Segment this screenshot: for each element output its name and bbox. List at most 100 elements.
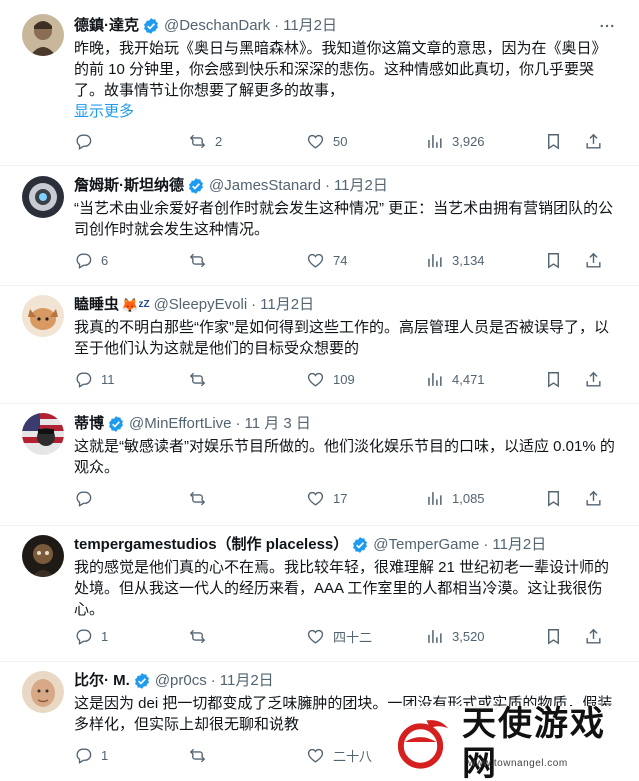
reply-count: 1 xyxy=(101,748,109,763)
like-button[interactable]: 17 xyxy=(306,489,347,508)
avatar[interactable] xyxy=(22,671,64,713)
more-options-icon[interactable] xyxy=(597,16,617,36)
retweet-icon xyxy=(189,253,206,268)
retweet-button[interactable] xyxy=(188,489,215,508)
tweet-2[interactable]: 詹姆斯·斯坦纳德 @JamesStanard · 11月2日 “当艺术由业余爱好… xyxy=(0,166,639,286)
like-button[interactable]: 二十八 xyxy=(306,746,372,765)
author-handle[interactable]: @SleepyEvoli xyxy=(154,295,248,315)
reply-button[interactable]: 11 xyxy=(74,370,115,389)
bookmark-button[interactable] xyxy=(544,627,571,646)
views-count: 4,471 xyxy=(452,372,485,387)
avatar[interactable] xyxy=(22,14,64,56)
author-name[interactable]: 蒂博 xyxy=(74,414,104,434)
avatar[interactable] xyxy=(22,413,64,455)
reply-button[interactable]: 1 xyxy=(74,627,108,646)
views-chart-icon xyxy=(428,630,442,643)
author-handle[interactable]: @pr0cs xyxy=(155,671,207,691)
tweet-date[interactable]: 11 月 3 日 xyxy=(245,414,311,434)
share-icon xyxy=(586,628,601,644)
author-name[interactable]: tempergamestudios（制作 placeless） xyxy=(74,535,348,555)
share-button[interactable] xyxy=(584,489,603,513)
author-handle[interactable]: @TemperGame xyxy=(373,535,479,555)
share-button[interactable] xyxy=(584,627,603,651)
reply-button[interactable] xyxy=(74,489,101,508)
retweet-icon xyxy=(189,134,206,149)
author-handle[interactable]: @MinEffortLive xyxy=(129,414,232,434)
bookmark-button[interactable] xyxy=(544,370,571,389)
author-name[interactable]: 瞌睡虫 xyxy=(74,295,119,315)
avatar[interactable] xyxy=(22,176,64,218)
verified-badge-icon xyxy=(107,415,125,433)
bookmark-button[interactable] xyxy=(544,251,571,270)
retweet-count: 2 xyxy=(215,134,223,149)
retweet-button[interactable] xyxy=(188,746,215,765)
views-chart-icon xyxy=(428,373,442,386)
tweet-date[interactable]: 11月2日 xyxy=(220,671,274,691)
views-button[interactable]: 3,134 xyxy=(425,251,485,270)
like-button[interactable]: 74 xyxy=(306,251,347,270)
views-count: 3,134 xyxy=(452,253,485,268)
like-button[interactable]: 50 xyxy=(306,132,347,151)
share-button[interactable] xyxy=(584,251,603,275)
author-name[interactable]: 德鎮·達克 xyxy=(74,16,139,36)
avatar[interactable] xyxy=(22,295,64,337)
retweet-button[interactable] xyxy=(188,627,215,646)
heart-icon xyxy=(307,134,324,149)
separator-dot: · xyxy=(274,17,280,34)
author-handle[interactable]: @DeschanDark xyxy=(164,16,270,36)
tweet-text: “当艺术由业余爱好者创作时就会发生这种情况” 更正：当艺术由拥有营销团队的公司创… xyxy=(74,198,619,240)
show-more-link[interactable]: 显示更多 xyxy=(74,101,619,122)
separator-dot: · xyxy=(210,672,216,689)
views-button[interactable]: 3,520 xyxy=(425,627,485,646)
tweet-date[interactable]: 11月2日 xyxy=(283,16,337,36)
tweet-1[interactable]: 德鎮·達克 @DeschanDark · 11月2日 昨晚，我开始玩《奥日与黑暗… xyxy=(0,0,639,166)
like-count: 17 xyxy=(333,491,348,506)
tweet-date[interactable]: 11月2日 xyxy=(334,176,388,196)
share-button[interactable] xyxy=(584,370,603,394)
tweet-4[interactable]: 蒂博 @MinEffortLive · 11 月 3 日 这就是“敏感读者”对娱… xyxy=(0,404,639,526)
author-handle[interactable]: @JamesStanard xyxy=(209,176,321,196)
separator-dot: · xyxy=(324,177,330,194)
like-button[interactable]: 109 xyxy=(306,370,355,389)
watermark-url: www.townangel.com xyxy=(468,758,568,769)
verified-badge-icon xyxy=(187,177,205,195)
retweet-button[interactable] xyxy=(188,370,215,389)
tweet-5[interactable]: tempergamestudios（制作 placeless） @TemperG… xyxy=(0,526,639,662)
tweet-body: 昨晚，我开始玩《奥日与黑暗森林》。我知道你这篇文章的意思，因为在《奥日》的前 1… xyxy=(74,40,607,99)
views-button[interactable]: 4,471 xyxy=(425,370,485,389)
heart-icon xyxy=(307,748,324,763)
bookmark-icon xyxy=(548,629,559,645)
tweet-actions: 2 50 3,926 xyxy=(74,132,601,152)
reply-button[interactable] xyxy=(74,132,101,151)
author-name[interactable]: 詹姆斯·斯坦纳德 xyxy=(74,176,184,196)
views-button[interactable]: 1,085 xyxy=(425,489,485,508)
tweet-date[interactable]: 11月2日 xyxy=(260,295,314,315)
like-count: 74 xyxy=(333,253,348,268)
bookmark-icon xyxy=(548,253,559,269)
retweet-button[interactable]: 2 xyxy=(188,132,222,151)
like-count: 四十二 xyxy=(333,630,373,645)
author-name[interactable]: 比尔· M. xyxy=(74,671,130,691)
like-count: 109 xyxy=(333,372,355,387)
tweet-date[interactable]: 11月2日 xyxy=(492,535,546,555)
avatar[interactable] xyxy=(22,535,64,577)
heart-icon xyxy=(307,253,324,268)
reply-button[interactable]: 6 xyxy=(74,251,108,270)
views-count: 3,520 xyxy=(452,629,485,644)
watermark-text: 天使游戏网 xyxy=(461,704,606,781)
like-count: 50 xyxy=(333,134,348,149)
like-button[interactable]: 四十二 xyxy=(306,627,372,646)
bookmark-button[interactable] xyxy=(544,489,571,508)
retweet-button[interactable] xyxy=(188,251,215,270)
views-button[interactable]: 3,926 xyxy=(425,132,485,151)
reply-icon xyxy=(76,629,92,645)
tweet-text: 这就是“敏感读者”对娱乐节目所做的。他们淡化娱乐节目的口味，以适应 0.01% … xyxy=(74,436,619,478)
bookmark-button[interactable] xyxy=(544,132,571,151)
tweet-3[interactable]: 瞌睡虫 🦊 zZ @SleepyEvoli · 11月2日 我真的不明白那些“作… xyxy=(0,286,639,404)
separator-dot: · xyxy=(235,415,241,432)
reply-button[interactable]: 1 xyxy=(74,746,108,765)
verified-badge-icon xyxy=(351,536,369,554)
share-button[interactable] xyxy=(584,132,603,156)
retweet-icon xyxy=(189,491,206,506)
reply-count: 11 xyxy=(101,372,115,387)
